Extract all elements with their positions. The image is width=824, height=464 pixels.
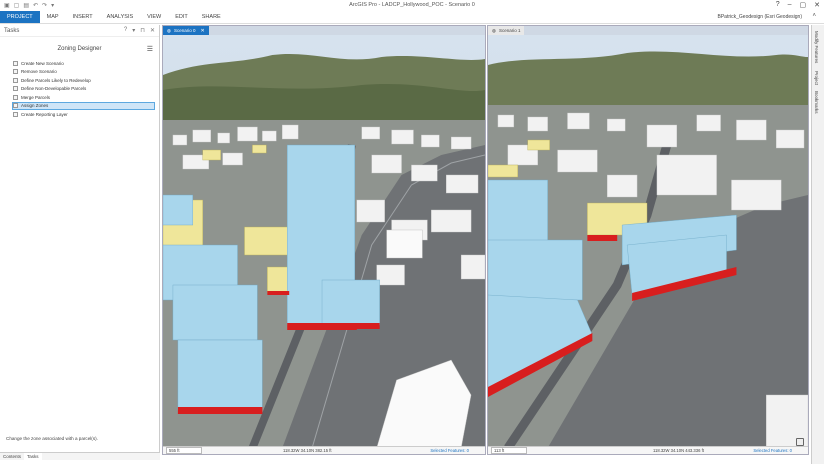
scene-view-scenario-0[interactable]: ◍ Scenario 0 ✕ 555 ft 118.32W 34.10N 382…: [162, 25, 486, 455]
tab-insert[interactable]: INSERT: [66, 11, 100, 23]
task-label: Remove Scenario: [21, 69, 57, 75]
task-item[interactable]: Merge Parcels: [12, 93, 155, 102]
close-view-icon[interactable]: ✕: [200, 28, 204, 34]
coordinate-readout: 118.32W 34.10N 382.15 ft: [283, 448, 332, 453]
tab-edit[interactable]: EDIT: [168, 11, 195, 23]
task-icon: [13, 94, 18, 100]
window-title: ArcGIS Pro - LADCP_Hollywood_POC - Scena…: [349, 2, 475, 8]
task-icon: [13, 111, 18, 117]
signed-in-user[interactable]: BPatrick_Geodesign (Esri Geodesign): [718, 14, 803, 20]
scene-3d-city[interactable]: [163, 35, 485, 448]
task-label: Create Reporting Layer: [21, 111, 68, 117]
task-label: Merge Parcels: [21, 94, 51, 100]
collapse-ribbon-icon[interactable]: ˄: [812, 13, 816, 19]
ribbon-tabs: PROJECT MAP INSERT ANALYSIS VIEW EDIT SH…: [0, 11, 824, 24]
tasks-pane: Tasks ? ▾ ⊓ ✕ Zoning Designer ☰ Create N…: [0, 25, 160, 452]
view-tab-label: Scenario 0: [173, 28, 196, 33]
window-controls: ? – ▢ ✕: [776, 1, 820, 9]
view-tab-scenario-1[interactable]: ◍ Scenario 1: [488, 26, 525, 35]
task-item-selected[interactable]: Assign Zones: [12, 101, 155, 110]
task-item[interactable]: Define Parcels Likely to Redevelop: [12, 76, 155, 85]
task-icon: [13, 86, 18, 92]
tab-project[interactable]: PROJECT: [0, 11, 40, 23]
tasks-pane-header: Tasks ? ▾ ⊓ ✕: [0, 25, 159, 37]
tab-contents[interactable]: Contents: [0, 453, 24, 460]
menu-icon[interactable]: ☰: [147, 45, 153, 53]
pane-tabs: Contents Tasks: [0, 452, 160, 460]
selected-features-count[interactable]: Selected Features: 0: [753, 448, 792, 453]
title-bar: ▣ ▢ ▤ ↶ ↷ ▾ ArcGIS Pro - LADCP_Hollywood…: [0, 0, 824, 11]
tab-modify-features[interactable]: Modify Features: [814, 31, 819, 63]
tab-analysis[interactable]: ANALYSIS: [100, 11, 141, 23]
globe-icon: ◍: [167, 27, 171, 33]
task-label: Create New Scenario: [21, 60, 64, 66]
tab-tasks[interactable]: Tasks: [24, 453, 42, 460]
scale-selector[interactable]: 113 ft: [491, 447, 527, 454]
task-label: Assign Zones: [21, 103, 49, 109]
scene-view-scenario-1[interactable]: ◍ Scenario 1 113 ft 118.32W 34.10N 443.3…: [487, 25, 809, 455]
globe-icon: ◍: [492, 27, 496, 33]
auto-hide-icon[interactable]: ⊓: [140, 27, 145, 34]
scene-3d-city[interactable]: [488, 35, 808, 448]
selected-features-count[interactable]: Selected Features: 0: [430, 448, 469, 453]
task-icon: [13, 60, 18, 66]
maximize-icon[interactable]: ▢: [800, 1, 807, 9]
close-pane-icon[interactable]: ✕: [150, 27, 155, 34]
task-designer-title: Zoning Designer ☰: [0, 41, 159, 57]
task-list: Create New Scenario Remove Scenario Defi…: [0, 57, 159, 119]
navigator-icon[interactable]: [796, 438, 804, 446]
task-icon: [13, 103, 18, 109]
task-label: Define Parcels Likely to Redevelop: [21, 77, 91, 83]
tab-view[interactable]: VIEW: [140, 11, 168, 23]
new-project-icon[interactable]: ▣: [4, 2, 10, 9]
task-icon: [13, 77, 18, 83]
task-item[interactable]: Remove Scenario: [12, 68, 155, 77]
task-item[interactable]: Create Reporting Layer: [12, 110, 155, 119]
help-icon[interactable]: ?: [124, 27, 127, 34]
undo-icon[interactable]: ↶: [33, 2, 38, 9]
side-panel-tabs: Modify Features Project Bookmarks: [811, 25, 824, 464]
scale-selector[interactable]: 555 ft: [166, 447, 202, 454]
view-tab-label: Scenario 1: [498, 28, 521, 33]
customize-dropdown-icon[interactable]: ▾: [51, 2, 54, 9]
tasks-pane-controls: ? ▾ ⊓ ✕: [124, 27, 155, 34]
minimize-icon[interactable]: –: [788, 1, 792, 9]
tab-map[interactable]: MAP: [40, 11, 66, 23]
task-label: Define Non-Developable Parcels: [21, 86, 87, 92]
save-icon[interactable]: ▤: [23, 2, 29, 9]
coordinate-readout: 118.32W 34.10N 443.336 ft: [653, 448, 704, 453]
view-tab-scenario-0[interactable]: ◍ Scenario 0 ✕: [163, 26, 209, 35]
view-status-bar: 555 ft 118.32W 34.10N 382.15 ft Selected…: [163, 446, 485, 454]
tasks-pane-title: Tasks: [4, 27, 20, 34]
tab-bookmarks[interactable]: Bookmarks: [814, 91, 819, 114]
tab-project[interactable]: Project: [814, 71, 819, 85]
task-item[interactable]: Create New Scenario: [12, 59, 155, 68]
close-icon[interactable]: ✕: [814, 1, 820, 9]
help-icon[interactable]: ?: [776, 1, 780, 9]
redo-icon[interactable]: ↷: [42, 2, 47, 9]
quick-access-toolbar: ▣ ▢ ▤ ↶ ↷ ▾: [0, 2, 54, 9]
task-designer-label: Zoning Designer: [57, 46, 102, 52]
view-status-bar: 113 ft 118.32W 34.10N 443.336 ft Selecte…: [488, 446, 808, 454]
open-project-icon[interactable]: ▢: [14, 2, 20, 9]
tab-share[interactable]: SHARE: [195, 11, 228, 23]
options-dropdown-icon[interactable]: ▾: [132, 27, 135, 34]
task-description: Change the zone associated with a parcel…: [6, 436, 98, 441]
task-icon: [13, 69, 18, 75]
task-item[interactable]: Define Non-Developable Parcels: [12, 85, 155, 94]
